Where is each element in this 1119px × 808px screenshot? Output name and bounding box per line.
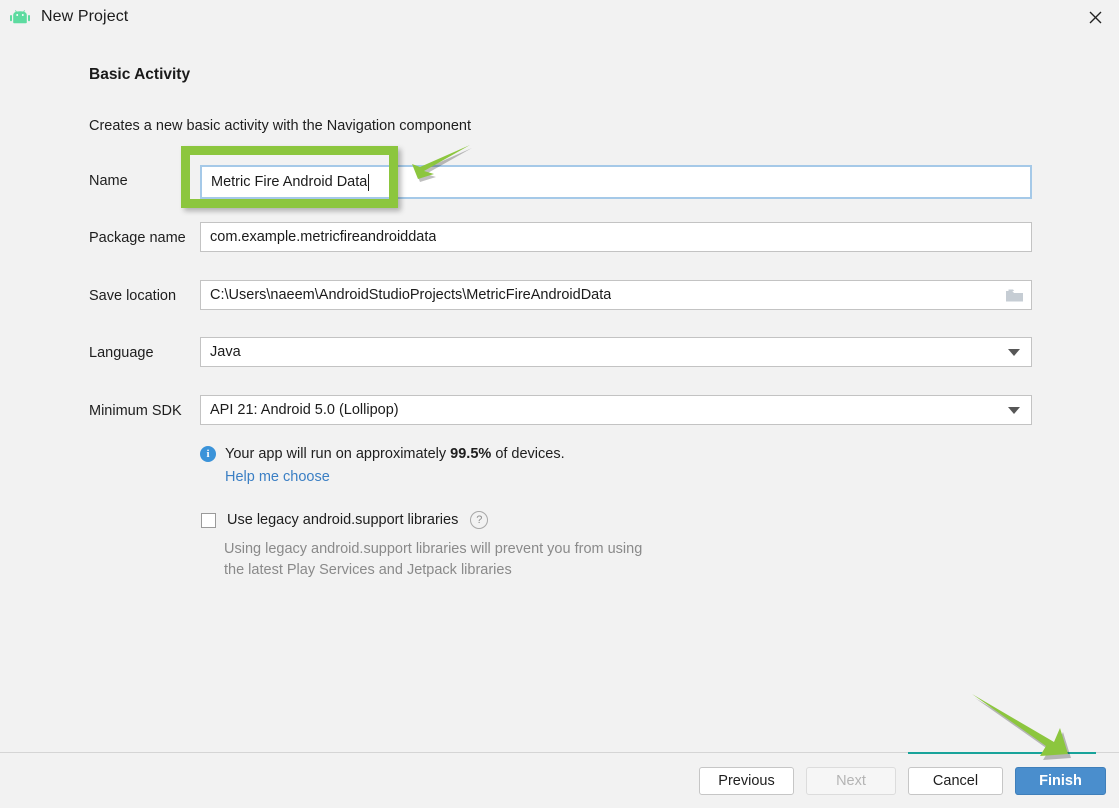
legacy-desc-line-1: Using legacy android.support libraries w… bbox=[224, 541, 643, 557]
folder-icon[interactable] bbox=[997, 281, 1031, 309]
window-titlebar: New Project bbox=[0, 0, 1119, 35]
package-name-label: Package name bbox=[89, 230, 186, 246]
legacy-libraries-label: Use legacy android.support libraries bbox=[227, 512, 459, 528]
dialog-footer: Previous Next Cancel Finish bbox=[0, 752, 1119, 808]
separator-accent-segment bbox=[908, 752, 1096, 754]
name-field[interactable]: Metric Fire Android Data bbox=[200, 165, 1032, 199]
save-location-label: Save location bbox=[89, 288, 177, 304]
previous-button[interactable]: Previous bbox=[699, 767, 794, 795]
android-robot-icon bbox=[9, 6, 31, 28]
finish-button[interactable]: Finish bbox=[1015, 767, 1106, 795]
dialog-body: Basic Activity Creates a new basic activ… bbox=[0, 34, 1119, 752]
help-me-choose-link[interactable]: Help me choose bbox=[225, 469, 330, 485]
legacy-libraries-checkbox[interactable] bbox=[201, 512, 216, 528]
name-value: Metric Fire Android Data bbox=[211, 174, 368, 190]
device-coverage-line: i Your app will run on approximately 99.… bbox=[200, 446, 565, 462]
language-value: Java bbox=[210, 344, 241, 360]
legacy-desc-line-2: the latest Play Services and Jetpack lib… bbox=[224, 562, 512, 578]
text-caret bbox=[368, 173, 370, 191]
page-description: Creates a new basic activity with the Na… bbox=[89, 118, 472, 134]
window-title: New Project bbox=[41, 8, 129, 25]
info-icon: i bbox=[200, 446, 216, 462]
name-label: Name bbox=[89, 173, 128, 189]
minimum-sdk-dropdown[interactable]: API 21: Android 5.0 (Lollipop) bbox=[200, 395, 1032, 425]
chevron-down-icon[interactable] bbox=[1008, 406, 1020, 414]
coverage-text-after: of devices. bbox=[495, 446, 565, 462]
language-dropdown[interactable]: Java bbox=[200, 337, 1032, 367]
package-name-field[interactable]: com.example.metricfireandroiddata bbox=[200, 222, 1032, 252]
package-name-value: com.example.metricfireandroiddata bbox=[210, 229, 437, 245]
next-button[interactable]: Next bbox=[806, 767, 896, 795]
device-coverage-info: i Your app will run on approximately 99.… bbox=[200, 446, 565, 486]
minimum-sdk-label: Minimum SDK bbox=[89, 403, 182, 419]
save-location-value: C:\Users\naeem\AndroidStudioProjects\Met… bbox=[210, 287, 612, 303]
minimum-sdk-value: API 21: Android 5.0 (Lollipop) bbox=[210, 402, 399, 418]
coverage-percent: 99.5% bbox=[450, 446, 492, 462]
page-title: Basic Activity bbox=[89, 66, 191, 83]
chevron-down-icon[interactable] bbox=[1008, 348, 1020, 356]
close-icon[interactable] bbox=[1072, 0, 1119, 34]
legacy-libraries-description: Using legacy android.support libraries w… bbox=[224, 539, 642, 581]
language-label: Language bbox=[89, 345, 154, 361]
cancel-button[interactable]: Cancel bbox=[908, 767, 1003, 795]
question-mark-icon[interactable]: ? bbox=[470, 511, 489, 529]
coverage-text-before: Your app will run on approximately bbox=[225, 446, 447, 462]
legacy-libraries-row[interactable]: Use legacy android.support libraries ? bbox=[201, 511, 489, 529]
save-location-field[interactable]: C:\Users\naeem\AndroidStudioProjects\Met… bbox=[200, 280, 1032, 310]
